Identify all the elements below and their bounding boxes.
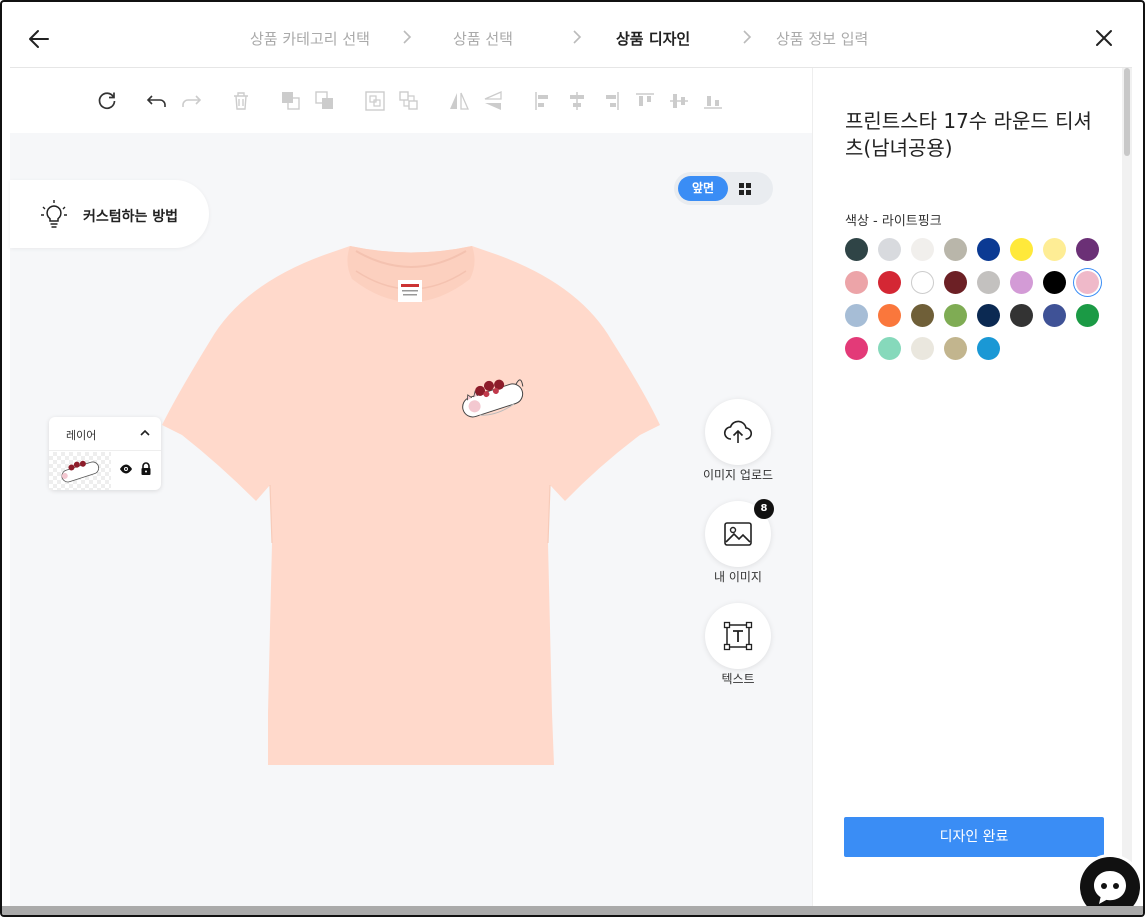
refresh-icon[interactable] — [96, 90, 118, 112]
color-swatch[interactable] — [1043, 304, 1066, 327]
redo-icon[interactable] — [180, 90, 202, 112]
send-backward-icon[interactable] — [314, 90, 336, 112]
window-bottom-edge — [2, 906, 1143, 915]
step-header: 상품 카테고리 선택 상품 선택 상품 디자인 상품 정보 입력 — [10, 10, 1132, 68]
layer-panel-header[interactable]: 레이어 — [49, 417, 161, 451]
color-swatch[interactable] — [1043, 271, 1066, 294]
add-text-label: 텍스트 — [721, 672, 755, 686]
layer-panel: 레이어 — [49, 417, 161, 490]
color-swatch[interactable] — [977, 337, 1000, 360]
front-view-tab[interactable]: 앞면 — [678, 176, 728, 201]
align-right-icon[interactable] — [600, 90, 622, 112]
image-gallery-icon — [724, 522, 752, 546]
color-swatch[interactable] — [977, 271, 1000, 294]
back-arrow-icon[interactable] — [26, 26, 52, 52]
layer-artwork-image — [61, 460, 100, 483]
color-swatch[interactable] — [1076, 238, 1099, 261]
flip-horizontal-icon[interactable] — [448, 90, 470, 112]
color-swatch[interactable] — [845, 337, 868, 360]
color-swatch[interactable] — [911, 271, 934, 294]
color-swatch[interactable] — [1076, 271, 1099, 294]
image-upload-button[interactable] — [705, 399, 771, 465]
color-swatch[interactable] — [944, 271, 967, 294]
chevron-up-icon[interactable] — [139, 427, 151, 439]
text-box-icon — [723, 621, 753, 651]
step-category[interactable]: 상품 카테고리 선택 — [250, 28, 370, 49]
color-swatch[interactable] — [845, 271, 868, 294]
color-swatch[interactable] — [977, 238, 1000, 261]
color-swatch[interactable] — [878, 337, 901, 360]
delete-icon[interactable] — [230, 90, 252, 112]
howto-label: 커스텀하는 방법 — [83, 209, 179, 225]
close-icon[interactable] — [1092, 26, 1116, 50]
app-window: 상품 카테고리 선택 상품 선택 상품 디자인 상품 정보 입력 커스텀하는 방… — [0, 0, 1145, 917]
color-swatch[interactable] — [1010, 238, 1033, 261]
scrollbar-thumb[interactable] — [1124, 68, 1130, 156]
image-upload-label: 이미지 업로드 — [702, 468, 774, 482]
align-middle-icon[interactable] — [668, 90, 690, 112]
color-swatch[interactable] — [977, 304, 1000, 327]
layer-thumbnail[interactable] — [49, 452, 111, 490]
align-bottom-icon[interactable] — [702, 90, 724, 112]
align-center-icon[interactable] — [566, 90, 588, 112]
color-swatch[interactable] — [878, 271, 901, 294]
color-swatch[interactable] — [911, 238, 934, 261]
undo-icon[interactable] — [146, 90, 168, 112]
lightbulb-icon — [41, 200, 67, 228]
design-toolbar — [10, 68, 812, 133]
ungroup-icon[interactable] — [398, 90, 420, 112]
color-label: 색상 - 라이트핑크 — [845, 214, 942, 229]
lock-icon[interactable] — [140, 462, 152, 476]
color-swatch[interactable] — [911, 337, 934, 360]
color-swatch[interactable] — [911, 304, 934, 327]
align-top-icon[interactable] — [634, 90, 656, 112]
color-swatch[interactable] — [845, 238, 868, 261]
chevron-right-icon — [742, 29, 756, 47]
align-left-icon[interactable] — [532, 90, 554, 112]
my-images-button[interactable]: 8 — [705, 499, 774, 567]
design-canvas: 커스텀하는 방법 앞면 레이어 이미지 업로드 8 내 이미지 텍스트 — [10, 133, 812, 908]
color-swatch[interactable] — [944, 304, 967, 327]
step-product[interactable]: 상품 선택 — [453, 28, 513, 49]
chevron-right-icon — [572, 29, 586, 47]
tshirt-mockup — [162, 246, 660, 765]
product-title: 프린트스타 17수 라운드 티셔츠(남녀공용) — [845, 109, 1092, 160]
panel-scrollbar[interactable] — [1122, 68, 1132, 908]
add-text-button[interactable] — [705, 603, 771, 669]
step-info[interactable]: 상품 정보 입력 — [776, 28, 868, 49]
my-images-label: 내 이미지 — [714, 570, 762, 584]
howto-button[interactable]: 커스텀하는 방법 — [10, 180, 209, 248]
color-swatch[interactable] — [944, 238, 967, 261]
color-swatch[interactable] — [1010, 304, 1033, 327]
visibility-eye-icon[interactable] — [119, 463, 133, 475]
view-toggle: 앞면 — [674, 172, 773, 205]
color-swatch[interactable] — [1076, 304, 1099, 327]
my-images-count-badge: 8 — [754, 499, 774, 519]
design-complete-button[interactable]: 디자인 완료 — [844, 817, 1104, 857]
chevron-right-icon — [402, 29, 416, 47]
grid-view-icon[interactable] — [737, 181, 753, 197]
color-swatch[interactable] — [1010, 271, 1033, 294]
flip-vertical-icon[interactable] — [482, 90, 504, 112]
cloud-upload-icon — [723, 420, 753, 443]
bring-forward-icon[interactable] — [280, 90, 302, 112]
layer-panel-title: 레이어 — [66, 429, 97, 442]
step-design[interactable]: 상품 디자인 — [608, 28, 699, 55]
group-icon[interactable] — [364, 90, 386, 112]
color-swatch[interactable] — [944, 337, 967, 360]
product-panel: 프린트스타 17수 라운드 티셔츠(남녀공용) 색상 - 라이트핑크 디자인 완… — [812, 68, 1122, 908]
color-swatch[interactable] — [1043, 238, 1066, 261]
color-swatch[interactable] — [878, 304, 901, 327]
color-swatch[interactable] — [845, 304, 868, 327]
color-swatch[interactable] — [878, 238, 901, 261]
